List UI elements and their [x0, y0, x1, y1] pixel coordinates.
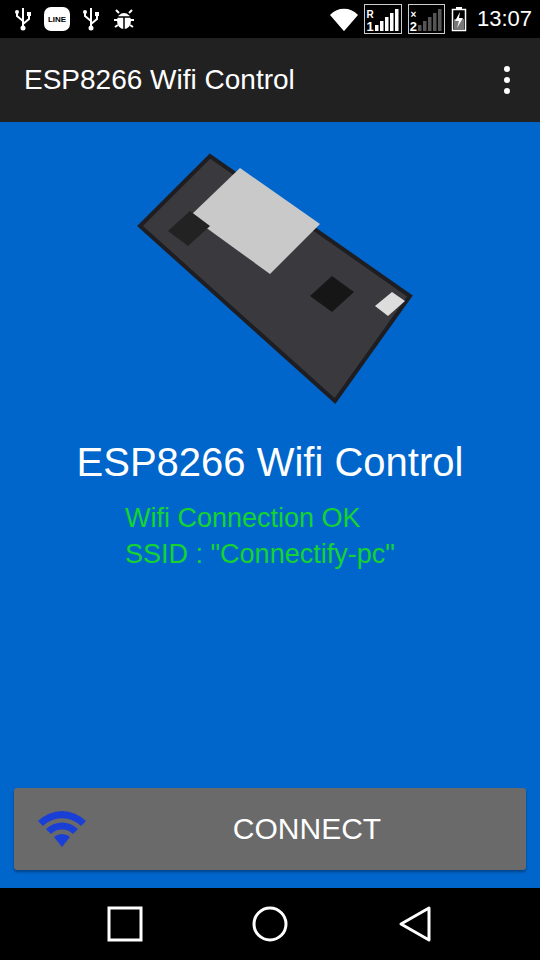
- sim-signal: R1: [364, 4, 401, 34]
- board-photo: [120, 146, 420, 416]
- navigation-bar: [0, 888, 540, 960]
- home-circle-icon[interactable]: [250, 904, 290, 944]
- sim-badge: R: [366, 10, 373, 20]
- clock: 13:07: [477, 6, 532, 32]
- signal-bars-icon: [374, 7, 400, 33]
- app-title: ESP8266 Wifi Control: [24, 64, 295, 96]
- sim-number: 2: [410, 20, 417, 33]
- main-content: ESP8266 Wifi Control Wifi Connection OKSS…: [0, 122, 540, 888]
- sim-number: 1: [366, 20, 373, 33]
- phone-screen: LINER1×213:07ESP8266 Wifi ControlESP8266…: [0, 0, 540, 960]
- connection-status: Wifi Connection OKSSID : "Connectify-pc": [0, 500, 540, 572]
- recents-square-icon[interactable]: [105, 904, 145, 944]
- wifi-icon: [36, 809, 88, 849]
- heading: ESP8266 Wifi Control: [0, 438, 540, 486]
- usb-icon: [82, 7, 100, 31]
- status-line: Wifi Connection OK: [125, 500, 540, 536]
- status-line: SSID : "Connectify-pc": [125, 536, 540, 572]
- battery-icon: [451, 6, 467, 32]
- wifi-signal-icon: [330, 7, 358, 31]
- line-app-icon: LINE: [44, 7, 70, 31]
- connect-button[interactable]: CONNECT: [14, 788, 526, 870]
- sim-signal: ×2: [408, 4, 445, 34]
- app-bar: ESP8266 Wifi Control: [0, 38, 540, 122]
- status-bar: LINER1×213:07: [0, 0, 540, 38]
- back-triangle-icon[interactable]: [395, 904, 435, 944]
- overflow-menu-icon[interactable]: [500, 62, 514, 98]
- android-debug-icon: [112, 7, 136, 31]
- usb-icon: [14, 7, 32, 31]
- line-label: LINE: [48, 15, 66, 24]
- connect-label: CONNECT: [88, 812, 526, 846]
- signal-bars-icon: [417, 7, 443, 33]
- sim-badge: ×: [410, 10, 416, 20]
